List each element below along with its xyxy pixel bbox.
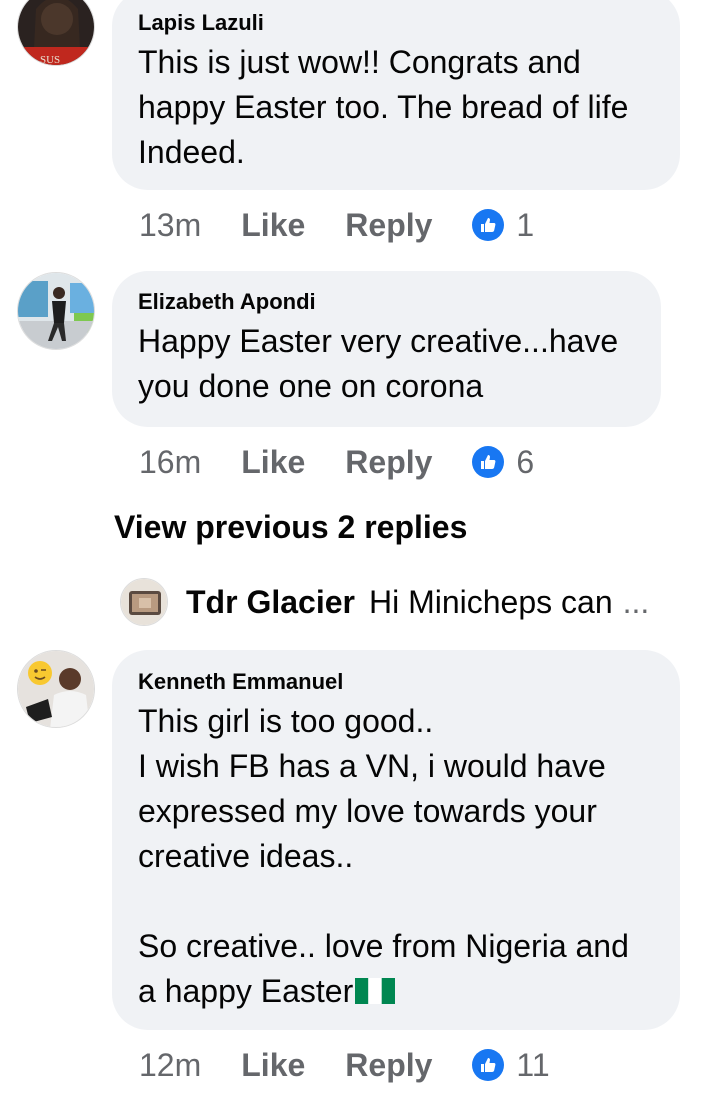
comment-bubble[interactable]: Lapis Lazuli This is just wow!! Congrats… — [112, 0, 680, 190]
avatar-image — [18, 273, 94, 349]
avatar-image — [18, 651, 94, 727]
comment-text-wrap: This girl is too good.. I wish FB has a … — [138, 699, 654, 1014]
reaction-count[interactable]: 11 — [516, 1047, 549, 1084]
reply-button[interactable]: Reply — [345, 1047, 432, 1084]
reaction-count[interactable]: 1 — [516, 207, 534, 244]
reply-button[interactable]: Reply — [345, 444, 432, 481]
reply-button[interactable]: Reply — [345, 207, 432, 244]
avatar-kenneth-emmanuel[interactable] — [17, 650, 95, 728]
like-reaction-icon[interactable] — [472, 1049, 505, 1081]
comment-time[interactable]: 12m — [139, 1047, 201, 1084]
like-reaction-icon[interactable] — [472, 446, 505, 478]
comment-author[interactable]: Kenneth Emmanuel — [138, 665, 654, 699]
comment-bubble[interactable]: Kenneth Emmanuel This girl is too good..… — [112, 650, 680, 1030]
avatar-elizabeth-apondi[interactable] — [17, 272, 95, 350]
comment-text: This girl is too good.. I wish FB has a … — [138, 703, 629, 1009]
comment-time[interactable]: 13m — [139, 207, 201, 244]
comment-text: Happy Easter very creative...have you do… — [138, 323, 619, 404]
comment-time[interactable]: 16m — [139, 444, 201, 481]
like-button[interactable]: Like — [241, 207, 305, 244]
comment-author[interactable]: Lapis Lazuli — [138, 6, 654, 40]
avatar-lapis-lazuli[interactable]: SUS — [17, 0, 95, 66]
comment-author[interactable]: Elizabeth Apondi — [138, 285, 635, 319]
nigeria-flag-emoji — [355, 978, 396, 1004]
comment-actions: 13m Like Reply 1 — [139, 205, 534, 245]
comment-text: This is just wow!! Congrats and happy Ea… — [138, 44, 629, 170]
like-button[interactable]: Like — [241, 444, 305, 481]
comment-bubble[interactable]: Elizabeth Apondi Happy Easter very creat… — [112, 271, 661, 427]
comment-actions: 12m Like Reply 11 — [139, 1045, 550, 1085]
reaction-count[interactable]: 6 — [516, 444, 534, 481]
reply-author[interactable]: Tdr Glacier — [186, 584, 355, 621]
view-previous-replies-link[interactable]: View previous 2 replies — [114, 509, 467, 546]
reply-preview[interactable]: Tdr Glacier Hi Minicheps can ... — [120, 578, 680, 626]
avatar-text: SUS — [40, 54, 60, 66]
avatar-image — [121, 579, 167, 625]
like-button[interactable]: Like — [241, 1047, 305, 1084]
reply-ellipsis: ... — [622, 583, 650, 620]
avatar-image: SUS — [18, 0, 94, 66]
reply-text: Hi Minicheps can — [368, 583, 613, 620]
comment-actions: 16m Like Reply 6 — [139, 442, 534, 482]
avatar-tdr-glacier[interactable] — [120, 578, 168, 626]
like-reaction-icon[interactable] — [472, 209, 505, 241]
